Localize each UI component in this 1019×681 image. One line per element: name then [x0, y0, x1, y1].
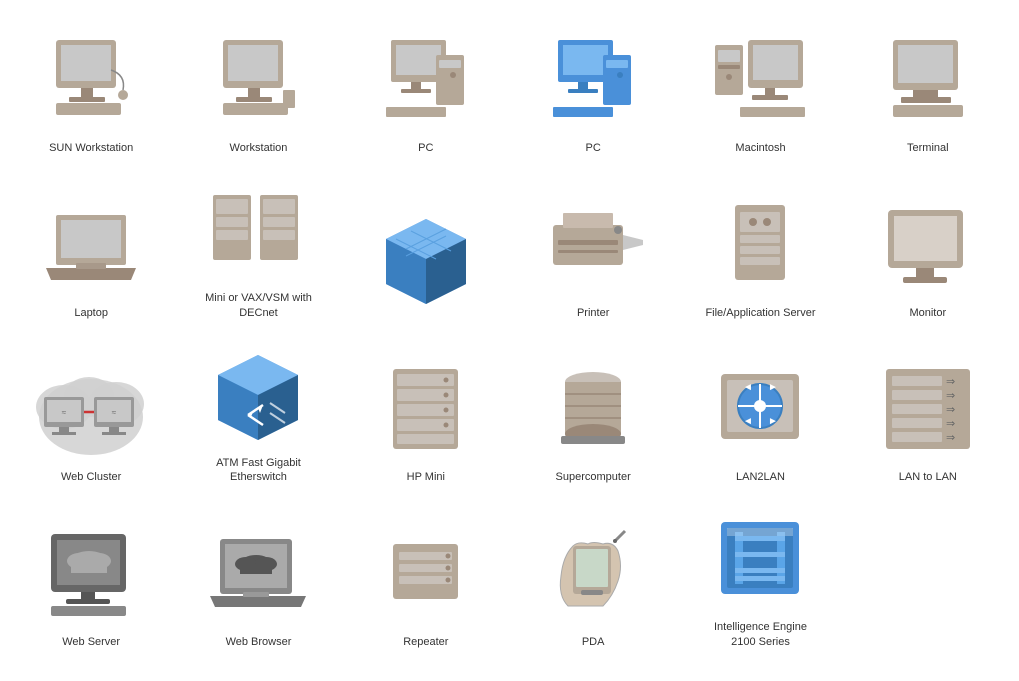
- item-label: File/Application Server: [705, 306, 815, 320]
- item-label: ATM Fast Gigabit Etherswitch: [198, 456, 318, 485]
- item-label: Supercomputer: [556, 470, 631, 484]
- item-label: LAN to LAN: [899, 470, 957, 484]
- list-item: PDA: [512, 499, 674, 654]
- svg-text:⇒: ⇒: [946, 376, 955, 388]
- item-label: Web Cluster: [61, 470, 121, 484]
- item-label: Intelligence Engine 2100 Series: [700, 620, 820, 649]
- item-label: Workstation: [230, 141, 288, 155]
- list-item: ≈ ≈ Web Cluster: [10, 335, 172, 490]
- item-label: PDA: [582, 635, 605, 649]
- svg-text:⇒: ⇒: [946, 432, 955, 444]
- item-label: Web Server: [62, 635, 120, 649]
- item-label: LAN2LAN: [736, 470, 785, 484]
- list-item: Macintosh: [679, 20, 841, 160]
- list-item: Repeater: [345, 499, 507, 654]
- list-item: [345, 170, 507, 325]
- svg-text:►: ►: [768, 382, 778, 393]
- list-item: Printer: [512, 170, 674, 325]
- svg-text:≈: ≈: [111, 408, 116, 417]
- item-label: Repeater: [403, 635, 448, 649]
- list-item: HP Mini: [345, 335, 507, 490]
- svg-text:⇒: ⇒: [946, 404, 955, 416]
- item-label: PC: [418, 141, 433, 155]
- item-label: Monitor: [909, 306, 946, 320]
- item-label: Macintosh: [735, 141, 785, 155]
- svg-text:⇒: ⇒: [946, 390, 955, 402]
- list-item: SUN Workstation: [10, 20, 172, 160]
- list-item: [847, 499, 1009, 654]
- svg-text:◄: ◄: [743, 382, 753, 393]
- list-item: ATM Fast Gigabit Etherswitch: [177, 335, 339, 490]
- list-item: Mini or VAX/VSM with DECnet: [177, 170, 339, 325]
- list-item: ◄ ► ◄ ► LAN2LAN: [679, 335, 841, 490]
- list-item: File/Application Server: [679, 170, 841, 325]
- svg-text:≈: ≈: [61, 408, 66, 417]
- item-label: Printer: [577, 306, 609, 320]
- list-item: Workstation: [177, 20, 339, 160]
- item-label: PC: [586, 141, 601, 155]
- item-label: HP Mini: [407, 470, 445, 484]
- list-item: Terminal: [847, 20, 1009, 160]
- list-item: Monitor: [847, 170, 1009, 325]
- item-label: Terminal: [907, 141, 949, 155]
- list-item: Web Browser: [177, 499, 339, 654]
- svg-text:►: ►: [768, 416, 778, 427]
- svg-text:◄: ◄: [743, 416, 753, 427]
- list-item: ⇒ ⇒ ⇒ ⇒ ⇒ LAN to LAN: [847, 335, 1009, 490]
- list-item: Supercomputer: [512, 335, 674, 490]
- item-label: Web Browser: [226, 635, 292, 649]
- item-label: SUN Workstation: [49, 141, 133, 155]
- list-item: Web Server: [10, 499, 172, 654]
- icon-grid: SUN Workstation Workstation: [0, 0, 1019, 674]
- list-item: PC: [512, 20, 674, 160]
- list-item: Laptop: [10, 170, 172, 325]
- item-label: Laptop: [74, 306, 108, 320]
- svg-text:⇒: ⇒: [946, 418, 955, 430]
- item-label: Mini or VAX/VSM with DECnet: [198, 291, 318, 320]
- list-item: PC: [345, 20, 507, 160]
- list-item: Intelligence Engine 2100 Series: [679, 499, 841, 654]
